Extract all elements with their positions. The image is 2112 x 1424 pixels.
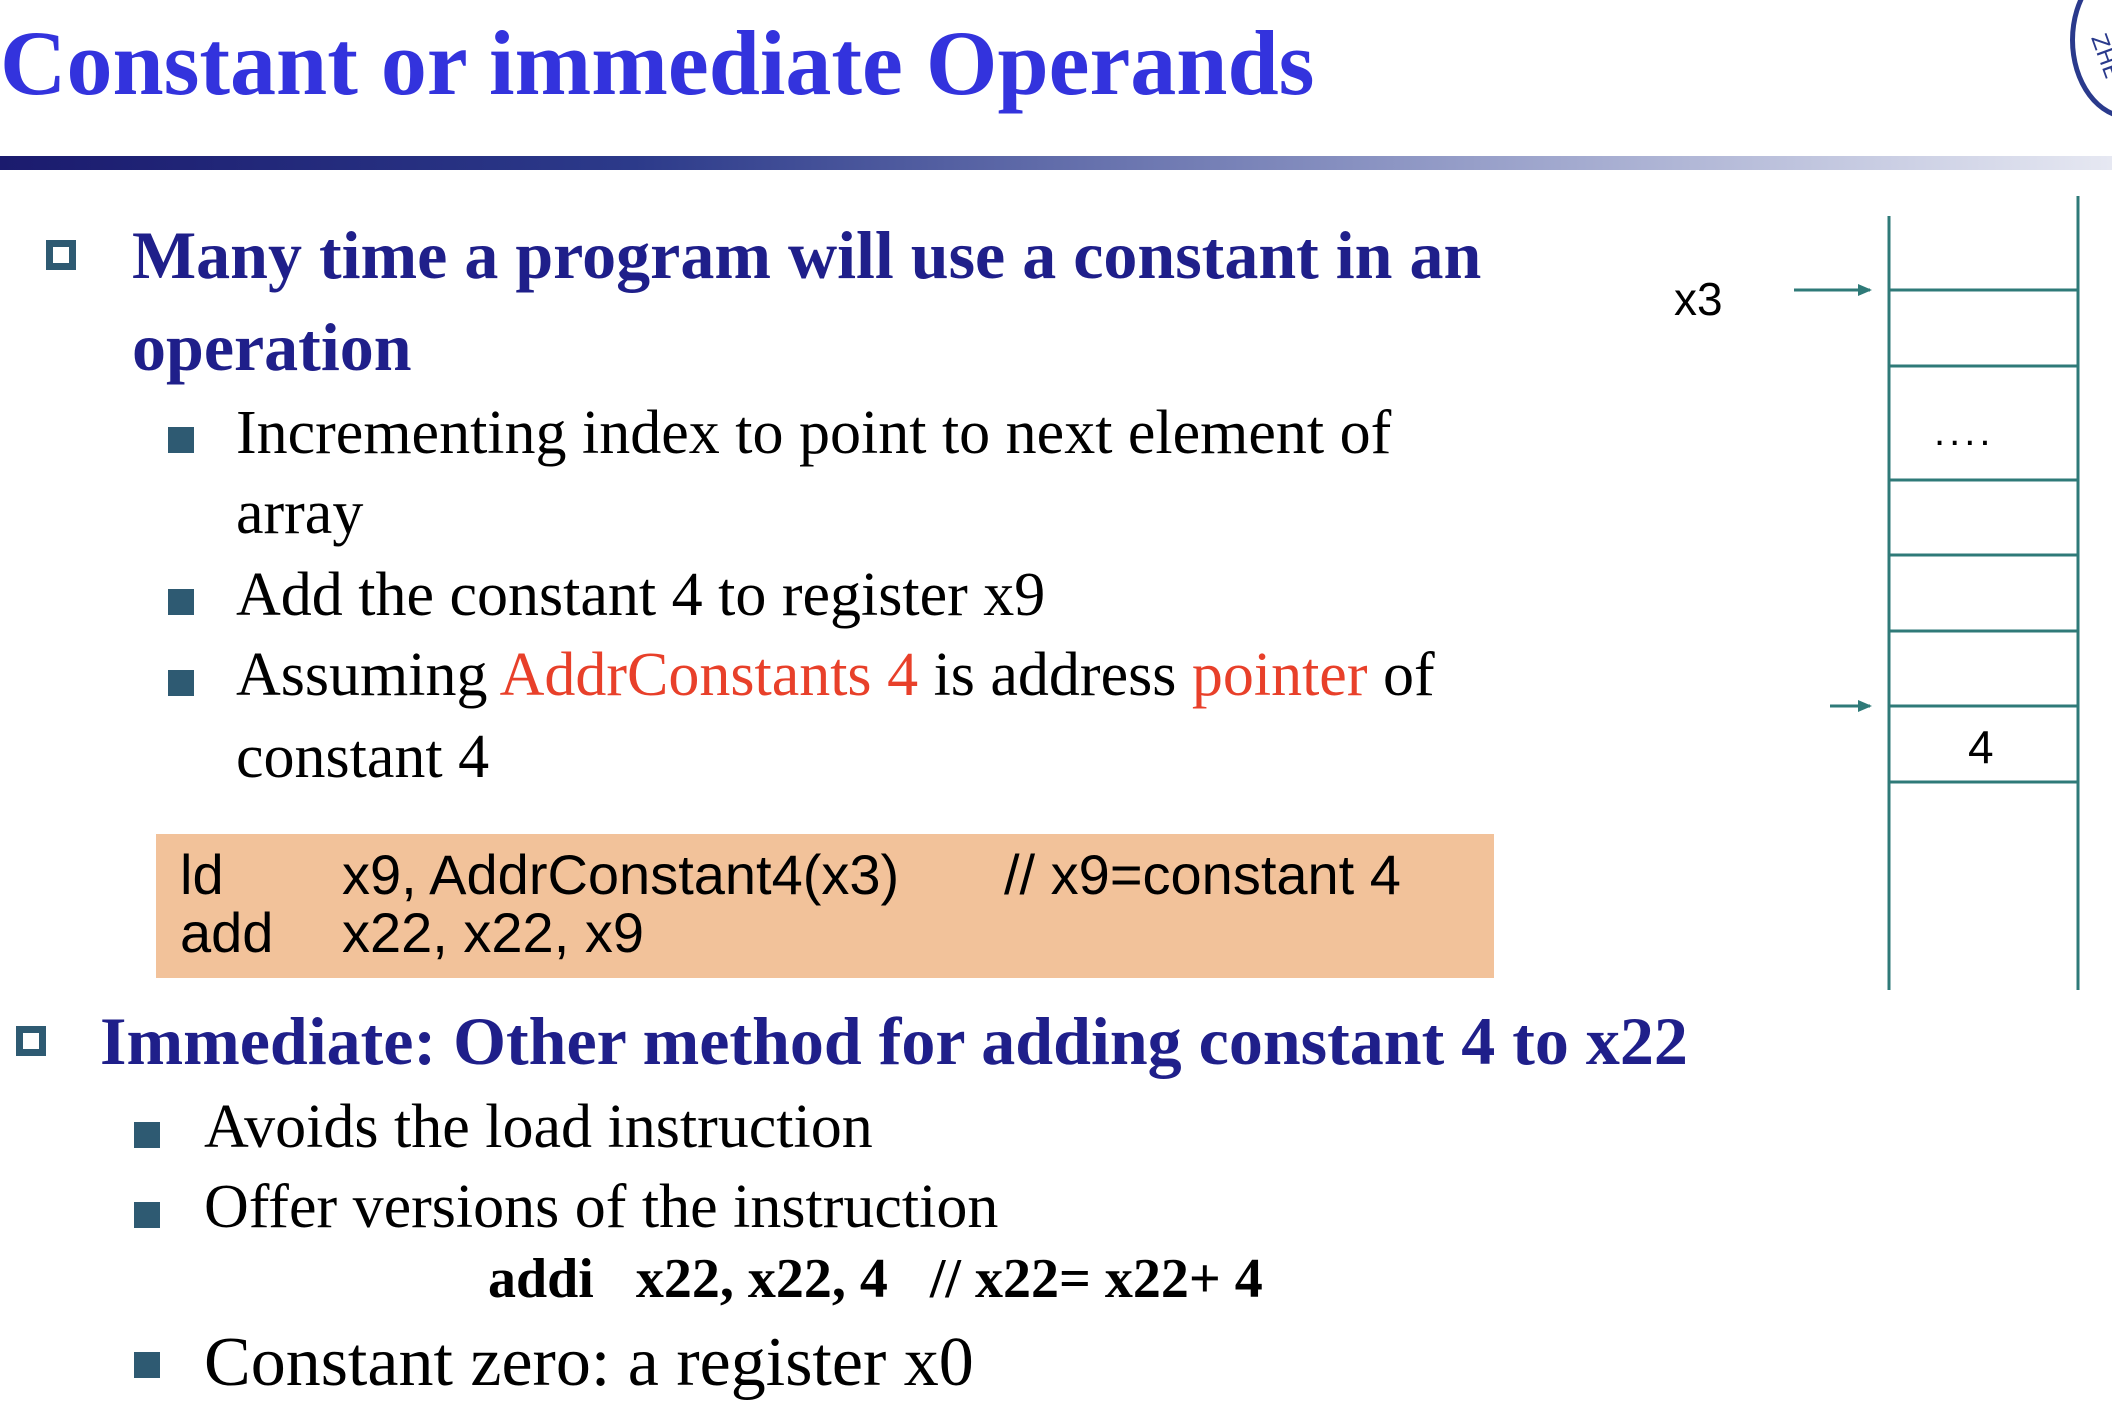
memory-value-cell: 4 [1968,721,1994,773]
memory-ellipsis: .... [1934,410,1995,454]
x3-pointer-label: x3 [1674,273,1723,325]
memory-diagram [1794,196,2080,990]
